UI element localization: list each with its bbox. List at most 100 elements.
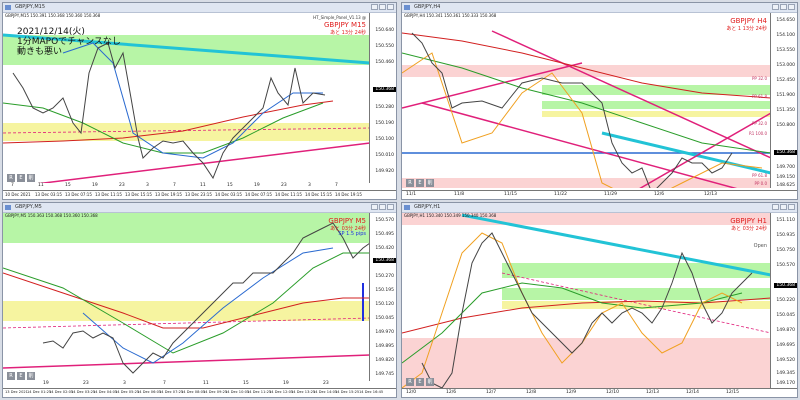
minimize-button[interactable]	[371, 204, 378, 210]
price-chart-h4[interactable]	[402, 13, 771, 188]
day-number: 23	[281, 183, 287, 188]
level-label: R1 100.0	[748, 131, 767, 136]
tool-buttons: R E 削	[406, 179, 434, 187]
price-tick: 150.570	[375, 218, 394, 223]
window-titlebar[interactable]: GBPJPY,H1	[402, 203, 797, 213]
r-button[interactable]: R	[406, 179, 414, 187]
candles-m5	[42, 222, 370, 374]
trendline-magenta[interactable]	[632, 112, 771, 188]
time-axis[interactable]: 13 Dec 2021 14 Dec 01:25 14 Dec 02:05 14…	[3, 388, 396, 397]
price-tick: 149.700	[776, 165, 795, 170]
time-label: 14 Dec 06:05	[137, 390, 162, 394]
open-label: Open	[753, 243, 767, 249]
time-label: 14 Dec 05:25	[115, 390, 140, 394]
window-titlebar[interactable]: GBPJPY,M15	[3, 3, 396, 13]
chart-window-m15[interactable]: GBPJPY,M15 2021/12/14(火) 1分MAPOでチャンスなし 動…	[2, 2, 397, 200]
e-button[interactable]: E	[416, 378, 424, 386]
chart-icon	[5, 205, 11, 210]
time-label: 11/1	[406, 192, 417, 197]
price-tick: 150.190	[375, 121, 394, 126]
price-axis[interactable]: 151.110 150.935 150.750 150.570 150.368 …	[770, 213, 797, 388]
time-remaining: あと 13分 24秒	[330, 30, 366, 36]
time-label: 13 Dec 15:15	[125, 192, 152, 197]
day-number: 7	[11, 183, 14, 188]
price-tick: 149.150	[776, 175, 795, 180]
time-label: 14 Dec 11:25	[247, 390, 272, 394]
memo-line-2: 動きも悪い	[17, 47, 63, 57]
day-number: 15	[227, 183, 233, 188]
time-label: 11/15	[504, 192, 517, 197]
tool-buttons: R E 削	[7, 174, 35, 182]
maximize-button[interactable]	[379, 4, 386, 10]
candles-h4	[411, 32, 733, 188]
minimize-button[interactable]	[772, 4, 779, 10]
green-zone	[502, 288, 771, 300]
close-button[interactable]	[387, 4, 394, 10]
price-axis[interactable]: 150.640 150.550 150.460 150.368 150.280 …	[369, 13, 396, 183]
chart-icon	[5, 5, 11, 10]
day-number: 19	[254, 183, 260, 188]
time-label: 14 Dec 01:25	[27, 390, 52, 394]
delete-button[interactable]: 削	[426, 378, 434, 386]
time-label: 14 Dec 13:25	[291, 390, 316, 394]
minimize-button[interactable]	[371, 4, 378, 10]
chart-window-h4[interactable]: GBPJPY,H4 GBPJPY,H4 150.341 150.361 150.…	[401, 2, 798, 200]
minimize-button[interactable]	[772, 204, 779, 210]
maximize-button[interactable]	[780, 4, 787, 10]
window-titlebar[interactable]: GBPJPY,M5	[3, 203, 396, 213]
price-tick: 150.550	[375, 44, 394, 49]
time-remaining: あと 1 13分 24秒	[726, 26, 767, 32]
delete-button[interactable]: 削	[27, 174, 35, 182]
time-label: 12/6	[654, 192, 665, 197]
chart-window-m5[interactable]: GBPJPY,M5 GBPJPY,M5 150.363 150.368 150.…	[2, 202, 397, 398]
time-label: 12/10	[606, 390, 619, 395]
ohlc-info: GBPJPY,M15 150.391 150.368 150.360 150.3…	[5, 13, 101, 18]
r-button[interactable]: R	[406, 378, 414, 386]
close-button[interactable]	[788, 204, 795, 210]
window-titlebar[interactable]: GBPJPY,H4	[402, 3, 797, 13]
delete-button[interactable]: 削	[426, 179, 434, 187]
e-button[interactable]: E	[17, 372, 25, 380]
day-number: 7	[335, 183, 338, 188]
time-label: 14 Dec 07:25	[159, 390, 184, 394]
time-label: 12/0	[406, 390, 417, 395]
day-number: 23	[323, 381, 329, 386]
price-tick: 150.570	[776, 263, 795, 268]
window-title: GBPJPY,H4	[414, 4, 441, 10]
close-button[interactable]	[788, 4, 795, 10]
price-tick: 149.695	[776, 343, 795, 348]
maximize-button[interactable]	[379, 204, 386, 210]
price-chart-h1[interactable]	[402, 213, 771, 388]
price-axis[interactable]: 154.650 154.100 153.550 153.000 152.450 …	[770, 13, 797, 188]
price-tick: 148.625	[776, 183, 795, 188]
maximize-button[interactable]	[780, 204, 787, 210]
price-tick: 150.280	[375, 105, 394, 110]
price-tick: 150.420	[375, 246, 394, 251]
time-label: 14 Dec 19:15	[335, 192, 362, 197]
e-button[interactable]: E	[416, 179, 424, 187]
time-label: 14 Dec 09:25	[203, 390, 228, 394]
time-axis[interactable]: 12/0 12/6 12/7 12/8 12/9 12/10 12/13 12/…	[402, 388, 797, 397]
close-button[interactable]	[387, 204, 394, 210]
price-tick: 150.220	[776, 298, 795, 303]
time-axis[interactable]: 10 Dec 2021 13 Dec 03:15 13 Dec 07:15 13…	[3, 190, 396, 199]
e-button[interactable]: E	[17, 174, 25, 182]
support-zone	[402, 338, 771, 388]
price-tick: 150.100	[375, 137, 394, 142]
price-chart-m5[interactable]	[3, 213, 370, 381]
trendline-magenta[interactable]	[3, 142, 370, 183]
current-price: 150.368	[373, 87, 396, 92]
time-axis[interactable]: 11/1 11/8 11/15 11/22 11/29 12/6 12/13	[402, 190, 797, 199]
day-number: 11	[38, 183, 44, 188]
delete-button[interactable]: 削	[27, 372, 35, 380]
r-button[interactable]: R	[7, 372, 15, 380]
r-button[interactable]: R	[7, 174, 15, 182]
chart-window-h1[interactable]: GBPJPY,H1 GBPJPY,H1 150.340 150.349 150.…	[401, 202, 798, 398]
trendline-magenta[interactable]	[3, 354, 370, 369]
day-number: 23	[83, 381, 89, 386]
price-tick: 150.495	[375, 232, 394, 237]
price-axis[interactable]: 150.570 150.495 150.420 150.368 150.270 …	[369, 213, 396, 381]
tool-buttons: R E 削	[406, 378, 434, 386]
price-tick: 152.450	[776, 78, 795, 83]
window-title: GBPJPY,H1	[414, 204, 441, 210]
